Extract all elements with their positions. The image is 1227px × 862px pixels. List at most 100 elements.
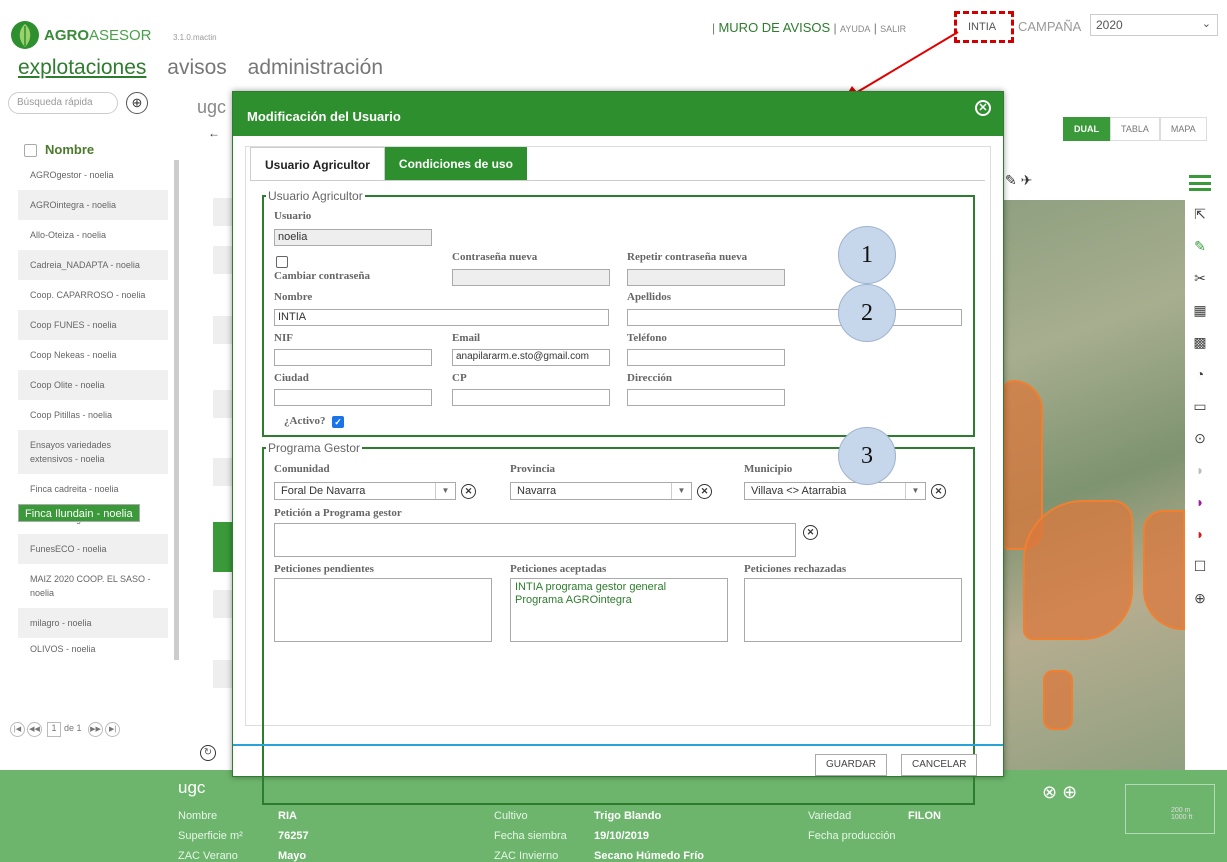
leaf-tool-icon[interactable]: ✎ [1189, 235, 1211, 257]
next-page-icon[interactable]: ▶▶ [88, 722, 104, 737]
arrow-up-icon[interactable]: ⊕ [1062, 782, 1077, 802]
close-icon[interactable]: ✕ [975, 100, 991, 116]
list-item-selected[interactable]: Finca Ilundain - noelia [18, 504, 140, 522]
nueva-password-field[interactable] [452, 269, 610, 286]
apellidos-field[interactable] [627, 309, 962, 326]
edit-parcel-icon[interactable]: ▦ [1189, 299, 1211, 321]
clear-comunidad-icon[interactable]: ✕ [461, 484, 476, 499]
aceptadas-list[interactable]: INTIA programa gestor general Programa A… [510, 578, 728, 642]
peticion-input[interactable] [274, 523, 796, 557]
municipio-select[interactable]: Villava <> Atarrabia ▼ [744, 482, 926, 500]
prev-page-icon[interactable]: ◀◀ [27, 722, 42, 737]
list-item[interactable]: AGROgestor - noelia [18, 160, 168, 190]
target-icon[interactable]: ⊙ [1189, 427, 1211, 449]
menu-icon[interactable] [1189, 175, 1211, 191]
telefono-field[interactable] [627, 349, 785, 366]
list-item[interactable]: AGROintegra - noelia [18, 190, 168, 220]
shape-red-icon[interactable]: ◗ [1189, 523, 1211, 545]
comunidad-select[interactable]: Foral De Navarra ▼ [274, 482, 456, 500]
select-tool-icon[interactable]: ⇱ [1189, 203, 1211, 225]
tab-condiciones-uso[interactable]: Condiciones de uso [384, 147, 527, 181]
rechazadas-list[interactable] [744, 578, 962, 642]
cut-tool-icon[interactable]: ✂ [1189, 267, 1211, 289]
list-item[interactable]: Coop Pitillas - noelia [18, 400, 168, 430]
parcel-shape[interactable] [1023, 500, 1133, 640]
list-item[interactable]: Coop FUNES - noelia [18, 310, 168, 340]
last-page-icon[interactable]: ▶| [105, 722, 121, 737]
list-item[interactable]: Coop Nekeas - noelia [18, 340, 168, 370]
user-link[interactable]: INTIA [968, 21, 996, 33]
cancel-button[interactable]: CANCELAR [901, 754, 978, 776]
satellite-map[interactable] [1003, 200, 1185, 770]
bp-label: Variedad [808, 810, 852, 822]
quick-search-input[interactable]: Búsqueda rápida [8, 92, 118, 114]
bottom-panel-icons: ⊗ ⊕ [1042, 782, 1077, 803]
ciudad-field[interactable] [274, 389, 432, 406]
top-bar: AGROASESOR 3.1.0.mactin | MURO DE AVISOS… [0, 0, 1227, 50]
cp-field[interactable] [452, 389, 610, 406]
annotation-number: 2 [838, 284, 896, 342]
back-arrow-icon[interactable]: ← [208, 126, 220, 140]
tab-usuario-agricultor[interactable]: Usuario Agricultor [250, 147, 385, 181]
list-item[interactable]: Programa AGROintegra [515, 594, 723, 607]
usuario-field: noelia [274, 229, 432, 246]
pendientes-list[interactable] [274, 578, 492, 642]
close-icon[interactable]: ⊗ [1042, 782, 1057, 802]
repetir-password-field[interactable] [627, 269, 785, 286]
list-item[interactable]: OLIVOS - noelia [18, 638, 168, 656]
list-item[interactable]: MAIZ 2020 COOP. EL SASO - noelia [18, 564, 168, 608]
refresh-icon[interactable]: ↻ [200, 745, 216, 761]
bp-value: Mayo [278, 850, 307, 862]
drone-icon[interactable]: ✎ ✈ [1005, 172, 1032, 189]
list-item[interactable]: Ensayos variedades extensivos - noelia [18, 430, 168, 474]
list-item[interactable]: Coop. CAPARROSO - noelia [18, 280, 168, 310]
parcel-shape[interactable] [1043, 670, 1073, 730]
direccion-field[interactable] [627, 389, 785, 406]
email-field[interactable]: anapilararm.e.sto@gmail.com [452, 349, 610, 366]
polygon-icon[interactable]: ▭ [1189, 395, 1211, 417]
muro-avisos-link[interactable]: MURO DE AVISOS [718, 20, 830, 35]
parcel-shape[interactable] [1143, 510, 1185, 630]
tab-dual[interactable]: DUAL [1063, 117, 1110, 141]
list-item[interactable]: FunesECO - noelia [18, 534, 168, 564]
clear-municipio-icon[interactable]: ✕ [931, 484, 946, 499]
bp-value: FILON [908, 810, 941, 822]
list-item[interactable]: INTIA programa gestor general [515, 581, 723, 594]
first-page-icon[interactable]: |◀ [10, 722, 25, 737]
clear-peticion-icon[interactable]: ✕ [803, 525, 818, 540]
measure-icon[interactable]: ◔ [1189, 363, 1211, 385]
add-icon[interactable]: ⊕ [126, 92, 148, 114]
list-item[interactable]: Finca cadreita - noelia [18, 474, 168, 504]
activo-checkbox[interactable]: ✓ [332, 416, 344, 428]
nif-field[interactable] [274, 349, 432, 366]
list-item[interactable]: Coop Olite - noelia [18, 370, 168, 400]
provincia-select[interactable]: Navarra ▼ [510, 482, 692, 500]
tab-avisos[interactable]: avisos [167, 56, 227, 79]
map-layer-icon[interactable]: ▩ [1189, 331, 1211, 353]
shape-grey-icon[interactable]: ◗ [1189, 459, 1211, 481]
cambiar-password-checkbox[interactable] [276, 256, 288, 268]
save-button[interactable]: GUARDAR [815, 754, 888, 776]
view-tabs: DUAL TABLA MAPA [1063, 117, 1207, 141]
shape-purple-icon[interactable]: ◗ [1189, 491, 1211, 513]
nombre-field[interactable]: INTIA [274, 309, 609, 326]
nif-label: NIF [274, 332, 293, 344]
list-item[interactable]: milagro - noelia [18, 608, 168, 638]
ciudad-label: Ciudad [274, 372, 309, 384]
globe-icon[interactable]: ⊕ [1189, 587, 1211, 609]
tab-explotaciones[interactable]: explotaciones [18, 56, 146, 79]
list-item[interactable]: Allo-Oteiza - noelia [18, 220, 168, 250]
rechazadas-label: Peticiones rechazadas [744, 563, 847, 575]
square-icon[interactable]: ☐ [1189, 555, 1211, 577]
clear-provincia-icon[interactable]: ✕ [697, 484, 712, 499]
campana-select[interactable]: 2020 ⌄ [1090, 14, 1218, 36]
select-all-checkbox[interactable] [24, 144, 37, 158]
tab-administracion[interactable]: administración [248, 56, 383, 79]
bp-value: Trigo Blando [594, 810, 662, 822]
list-scrollbar[interactable] [174, 160, 179, 660]
apellidos-label: Apellidos [627, 291, 672, 303]
tab-mapa[interactable]: MAPA [1159, 117, 1207, 141]
page-input[interactable]: 1 [47, 722, 61, 737]
tab-tabla[interactable]: TABLA [1110, 117, 1160, 141]
list-item[interactable]: Cadreia_NADAPTA - noelia [18, 250, 168, 280]
